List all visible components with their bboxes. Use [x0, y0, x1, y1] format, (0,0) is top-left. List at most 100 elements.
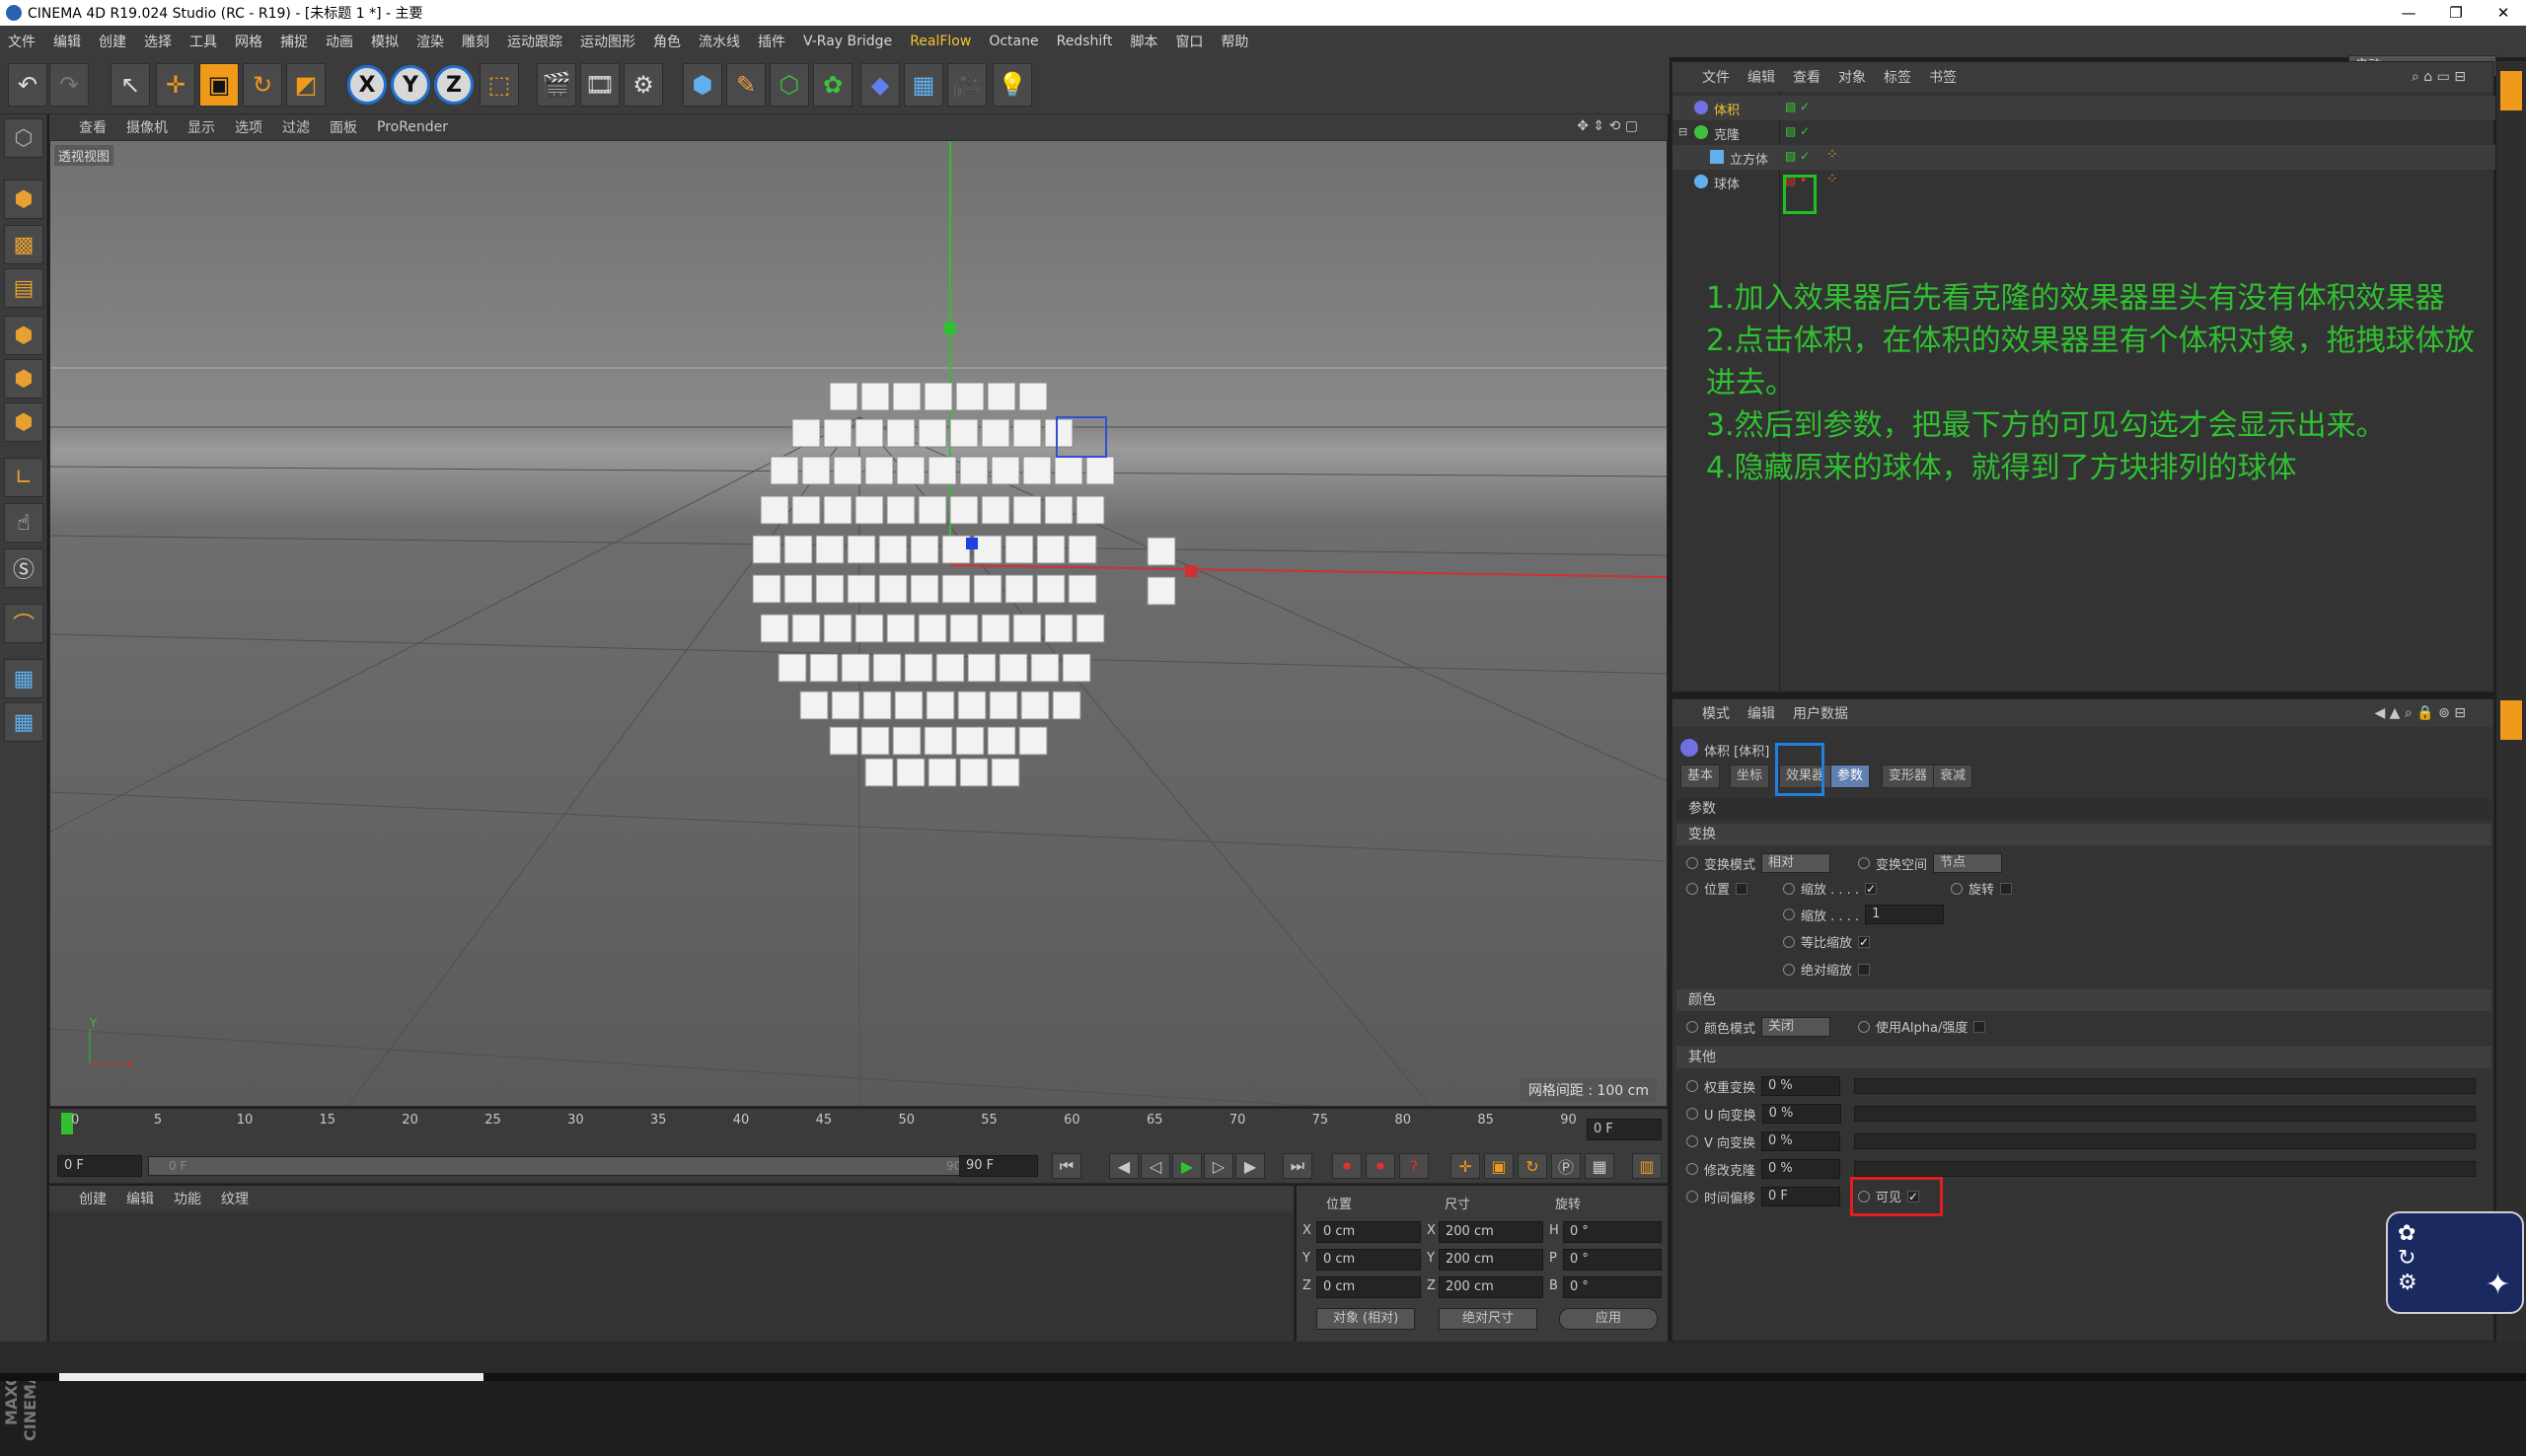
collapse-icon[interactable]: ⊟: [1678, 125, 1687, 138]
position-checkbox[interactable]: [1736, 882, 1748, 895]
menu-tools[interactable]: 工具: [189, 32, 217, 51]
menu-script[interactable]: 脚本: [1130, 32, 1157, 51]
texture-mode-icon[interactable]: ▩: [4, 225, 43, 264]
rotation-p-field[interactable]: 0 °: [1563, 1249, 1662, 1271]
z-axis-lock-icon[interactable]: Z: [434, 65, 474, 105]
pen-spline-icon[interactable]: ✎: [726, 63, 766, 107]
maximize-button[interactable]: ❐: [2433, 0, 2479, 26]
go-to-start-icon[interactable]: ⏮: [1052, 1153, 1081, 1179]
obj-menu-edit[interactable]: 编辑: [1747, 67, 1775, 87]
menu-mograph[interactable]: 运动图形: [580, 32, 635, 51]
phong-tag-icon[interactable]: ⁘: [1826, 147, 1838, 163]
tab-deformer[interactable]: 变形器: [1882, 764, 1935, 788]
close-button[interactable]: ✕: [2481, 0, 2526, 26]
deformer-icon[interactable]: ◆: [860, 63, 900, 107]
menu-redshift[interactable]: Redshift: [1057, 34, 1113, 49]
key-position-icon[interactable]: ✛: [1450, 1153, 1480, 1179]
weight-slider[interactable]: [1854, 1078, 2476, 1094]
menu-sculpt[interactable]: 雕刻: [462, 32, 489, 51]
magnet-icon[interactable]: ⌒: [4, 604, 43, 643]
coordinate-system-icon[interactable]: ⬚: [480, 63, 519, 107]
position-y-field[interactable]: 0 cm: [1316, 1249, 1421, 1271]
rotation-b-field[interactable]: 0 °: [1563, 1276, 1662, 1298]
visibility-check-icon[interactable]: ▧ ✓: [1785, 100, 1810, 113]
menu-edit[interactable]: 编辑: [53, 32, 81, 51]
color-mode-select[interactable]: 关闭: [1761, 1017, 1831, 1037]
menu-mesh[interactable]: 网格: [235, 32, 262, 51]
menu-window[interactable]: 窗口: [1175, 32, 1203, 51]
menu-realflow[interactable]: RealFlow: [910, 34, 971, 49]
object-row-volume[interactable]: 体积 ▧ ✓: [1672, 96, 2495, 120]
menu-pipeline[interactable]: 流水线: [699, 32, 740, 51]
animate-radio-icon[interactable]: [1858, 1020, 1870, 1033]
key-rotation-icon[interactable]: ↻: [1518, 1153, 1547, 1179]
planar-workplane-icon[interactable]: ▦: [4, 702, 43, 742]
key-scale-icon[interactable]: ▣: [1484, 1153, 1514, 1179]
animate-radio-icon[interactable]: [1783, 935, 1795, 948]
u-transform-field[interactable]: 0 %: [1761, 1104, 1841, 1124]
animate-radio-icon[interactable]: [1783, 882, 1795, 895]
next-keyframe-icon[interactable]: ▶: [1235, 1153, 1265, 1179]
light-icon[interactable]: 💡: [993, 63, 1032, 107]
previous-keyframe-icon[interactable]: ◀: [1109, 1153, 1139, 1179]
polygons-mode-icon[interactable]: ⬢: [4, 402, 43, 442]
position-z-field[interactable]: 0 cm: [1316, 1276, 1421, 1298]
mograph-cloner-icon[interactable]: ✿: [813, 63, 853, 107]
transform-space-select[interactable]: 节点: [1933, 853, 2003, 873]
animate-radio-icon[interactable]: [1686, 1021, 1698, 1033]
rotation-h-field[interactable]: 0 °: [1563, 1221, 1662, 1243]
viewport-nav-icons[interactable]: ✥ ⇕ ⟲ ▢: [1577, 118, 1638, 134]
menu-character[interactable]: 角色: [653, 32, 681, 51]
go-to-end-icon[interactable]: ⏭: [1283, 1153, 1312, 1179]
timeline-ruler[interactable]: 0 5 10 15 20 25 30 35 40 45 50 55 60 65 70 75 80 85 90 0 F: [49, 1109, 1668, 1148]
size-mode-select[interactable]: 绝对尺寸: [1439, 1308, 1537, 1330]
camera-icon[interactable]: 🎥: [947, 63, 987, 107]
side-tab-objects[interactable]: [2500, 71, 2522, 110]
minimize-button[interactable]: —: [2386, 0, 2431, 26]
current-frame-field[interactable]: 0 F: [1587, 1119, 1662, 1140]
y-axis-lock-icon[interactable]: Y: [391, 65, 430, 105]
floor-icon[interactable]: ▦: [904, 63, 943, 107]
attr-menu-userdata[interactable]: 用户数据: [1793, 703, 1848, 723]
obj-menu-view[interactable]: 查看: [1793, 67, 1820, 87]
attr-menu-edit[interactable]: 编辑: [1747, 703, 1775, 723]
menu-motion-tracking[interactable]: 运动跟踪: [507, 32, 562, 51]
menu-octane[interactable]: Octane: [989, 34, 1038, 49]
tab-basic[interactable]: 基本: [1680, 764, 1721, 788]
weight-field[interactable]: 0 %: [1761, 1076, 1841, 1096]
menu-create[interactable]: 创建: [99, 32, 126, 51]
section-transform[interactable]: 变换: [1676, 824, 2491, 845]
cube-primitive-icon[interactable]: ⬢: [683, 63, 722, 107]
tab-coord[interactable]: 坐标: [1730, 764, 1770, 788]
rotate-icon[interactable]: ↻: [243, 63, 282, 107]
play-forward-icon[interactable]: ▶: [1172, 1153, 1202, 1179]
animate-radio-icon[interactable]: [1686, 1108, 1698, 1120]
coordinate-mode-select[interactable]: 对象 (相对): [1316, 1308, 1415, 1330]
snap-icon[interactable]: Ⓢ: [4, 548, 43, 588]
size-y-field[interactable]: 200 cm: [1439, 1249, 1543, 1271]
animate-radio-icon[interactable]: [1686, 857, 1698, 869]
points-mode-icon[interactable]: ⬢: [4, 316, 43, 355]
key-parameter-icon[interactable]: Ⓟ: [1551, 1153, 1581, 1179]
absolute-scale-checkbox[interactable]: [1858, 963, 1871, 976]
scale-icon[interactable]: ▣: [199, 63, 239, 107]
subdivision-icon[interactable]: ⬡: [770, 63, 809, 107]
animate-radio-icon[interactable]: [1951, 882, 1963, 895]
record-active-icon[interactable]: ⏺: [1332, 1153, 1362, 1179]
workplane-mode-icon[interactable]: ▤: [4, 268, 43, 308]
vp-menu-options[interactable]: 选项: [235, 117, 262, 137]
previous-frame-icon[interactable]: ◁: [1141, 1153, 1170, 1179]
obj-menu-objects[interactable]: 对象: [1838, 67, 1866, 87]
animate-radio-icon[interactable]: [1686, 882, 1698, 895]
menu-select[interactable]: 选择: [144, 32, 172, 51]
undo-icon[interactable]: ↶: [8, 63, 47, 107]
lock-workplane-icon[interactable]: ▦: [4, 659, 43, 698]
start-frame-field[interactable]: 0 F: [57, 1155, 142, 1177]
tab-parameters[interactable]: 参数: [1830, 764, 1871, 788]
rotate-checkbox[interactable]: [2000, 882, 2013, 895]
mat-menu-texture[interactable]: 纹理: [221, 1189, 249, 1208]
vp-menu-prorender[interactable]: ProRender: [377, 119, 448, 135]
render-settings-icon[interactable]: ⚙: [624, 63, 663, 107]
position-x-field[interactable]: 0 cm: [1316, 1221, 1421, 1243]
animate-radio-icon[interactable]: [1686, 1163, 1698, 1175]
